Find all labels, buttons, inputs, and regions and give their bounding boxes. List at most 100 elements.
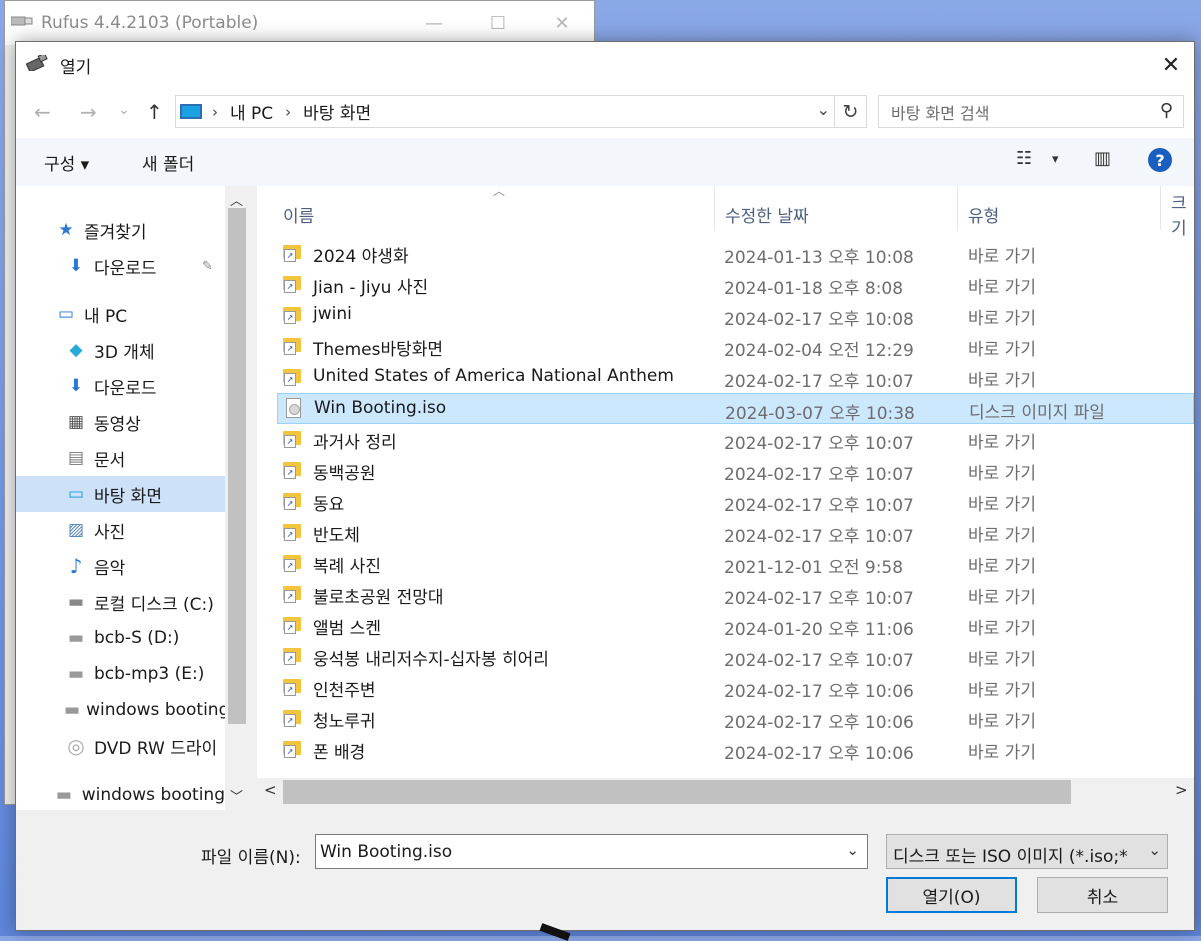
view-menu-button[interactable]: ▾ xyxy=(1052,152,1059,167)
file-row[interactable]: 반도체 2024-02-17 오후 10:07 바로 가기 xyxy=(277,517,1194,548)
horizontal-scrollbar[interactable]: < > xyxy=(257,778,1194,806)
organize-button[interactable]: 구성 ▾ xyxy=(44,150,89,175)
nav-item-documents[interactable]: ▤ 문서 xyxy=(16,440,225,476)
file-date: 2024-02-17 오후 10:06 xyxy=(724,682,914,702)
recent-locations-icon[interactable]: ⌄ xyxy=(118,102,130,118)
column-header-modified[interactable]: 수정한 날짜 xyxy=(725,194,809,234)
scrollbar-thumb[interactable] xyxy=(283,780,1071,804)
picture-icon: ▨ xyxy=(67,520,85,540)
column-header-type[interactable]: 유형 xyxy=(968,194,999,234)
disc-image-icon xyxy=(286,398,301,418)
open-file-dialog: 열기 ✕ ← → ⌄ ↑ › 내 PC › 바탕 화면 ⌄ ↻ 바탕 화면 검색… xyxy=(15,41,1195,931)
column-header-size[interactable]: 크기 xyxy=(1171,194,1194,239)
search-input[interactable]: 바탕 화면 검색 ⚲ xyxy=(878,95,1184,128)
file-row[interactable]: United States of America National Anthem… xyxy=(277,362,1194,393)
file-date: 2024-02-17 오후 10:07 xyxy=(724,651,914,671)
nav-item-this-pc[interactable]: ▭ 내 PC xyxy=(16,296,225,332)
file-row-selected[interactable]: Win Booting.iso 2024-03-07 오후 10:38 디스크 … xyxy=(277,393,1194,424)
nav-item-local-disk-c[interactable]: ▬ 로컬 디스크 (C:) xyxy=(16,584,225,620)
scroll-up-arrow-icon[interactable]: ︿ xyxy=(230,190,243,209)
column-header-name[interactable]: 이름 xyxy=(283,194,314,234)
scroll-down-arrow-icon[interactable]: ﹀ xyxy=(230,786,243,805)
dialog-close-button[interactable]: ✕ xyxy=(1148,42,1194,88)
view-details-icon[interactable]: ☷ xyxy=(1016,148,1032,169)
nav-item-windows-booting-root[interactable]: ▬ windows booting xyxy=(16,777,225,810)
nav-item-label: windows booting xyxy=(86,700,225,720)
file-type-filter[interactable]: 디스크 또는 ISO 이미지 (*.iso;* ⌄ xyxy=(886,834,1168,869)
column-divider[interactable] xyxy=(957,186,958,230)
chevron-down-icon[interactable]: ⌄ xyxy=(1146,841,1161,859)
nav-item-drive-d[interactable]: ▬ bcb-S (D:) xyxy=(16,620,225,656)
file-type: 바로 가기 xyxy=(968,464,1036,484)
drive-icon: ▬ xyxy=(55,785,72,805)
chevron-down-icon[interactable]: ⌄ xyxy=(846,841,859,859)
back-arrow-icon[interactable]: ← xyxy=(34,100,51,124)
refresh-button[interactable]: ↻ xyxy=(835,95,867,128)
nav-item-3d-objects[interactable]: ◆ 3D 개체 xyxy=(16,332,225,368)
open-button[interactable]: 열기(O) xyxy=(886,877,1017,913)
scrollbar-thumb[interactable] xyxy=(228,208,246,724)
file-date: 2024-02-17 오후 10:08 xyxy=(724,310,914,330)
nav-item-desktop[interactable]: ▭ 바탕 화면 xyxy=(16,476,225,512)
breadcrumb-item-desktop[interactable]: 바탕 화면 xyxy=(303,99,371,124)
filename-label: 파일 이름(N): xyxy=(201,848,301,868)
new-folder-button[interactable]: 새 폴더 xyxy=(142,150,194,175)
preview-pane-icon[interactable]: ▥ xyxy=(1094,148,1111,169)
file-row[interactable]: 청노루귀 2024-02-17 오후 10:06 바로 가기 xyxy=(277,703,1194,734)
file-row[interactable]: 복례 사진 2021-12-01 오전 9:58 바로 가기 xyxy=(277,548,1194,579)
file-row[interactable]: 과거사 정리 2024-02-17 오후 10:07 바로 가기 xyxy=(277,424,1194,455)
file-row[interactable]: Jian - Jiyu 사진 2024-01-18 오후 8:08 바로 가기 xyxy=(277,269,1194,300)
file-row[interactable]: 2024 야생화 2024-01-13 오후 10:08 바로 가기 xyxy=(277,238,1194,269)
minimize-button[interactable]: — xyxy=(402,1,466,45)
breadcrumb-item-pc[interactable]: 내 PC xyxy=(230,99,273,124)
nav-item-label: 문서 xyxy=(94,450,126,471)
forward-arrow-icon[interactable]: → xyxy=(80,100,97,124)
document-icon: ▤ xyxy=(67,448,85,468)
nav-item-dvd-rw[interactable]: ◎ DVD RW 드라이 xyxy=(16,728,225,764)
file-row[interactable]: 폰 배경 2024-02-17 오후 10:06 바로 가기 xyxy=(277,734,1194,765)
nav-item-downloads[interactable]: ⬇ 다운로드 xyxy=(16,368,225,404)
file-row[interactable]: jwini 2024-02-17 오후 10:08 바로 가기 xyxy=(277,300,1194,331)
usb-drive-icon xyxy=(10,13,33,33)
address-bar[interactable]: › 내 PC › 바탕 화면 ⌄ xyxy=(175,95,835,128)
nav-item-pictures[interactable]: ▨ 사진 xyxy=(16,512,225,548)
file-name: Themes바탕화면 xyxy=(313,340,444,360)
file-row[interactable]: 동요 2024-02-17 오후 10:07 바로 가기 xyxy=(277,486,1194,517)
nav-item-windows-booting[interactable]: ▬ windows booting xyxy=(16,692,225,728)
file-row[interactable]: 인천주변 2024-02-17 오후 10:06 바로 가기 xyxy=(277,672,1194,703)
column-divider[interactable] xyxy=(1160,186,1161,230)
scroll-right-arrow-icon[interactable]: > xyxy=(1175,781,1188,799)
chevron-down-icon[interactable]: ⌄ xyxy=(817,100,830,119)
file-row[interactable]: Themes바탕화면 2024-02-04 오전 12:29 바로 가기 xyxy=(277,331,1194,362)
scroll-left-arrow-icon[interactable]: < xyxy=(264,781,277,799)
nav-item-videos[interactable]: ▦ 동영상 xyxy=(16,404,225,440)
file-row[interactable]: 동백공원 2024-02-17 오후 10:07 바로 가기 xyxy=(277,455,1194,486)
cancel-button[interactable]: 취소 xyxy=(1037,877,1168,913)
filename-input[interactable]: Win Booting.iso ⌄ xyxy=(315,834,868,869)
folder-shortcut-icon xyxy=(283,555,301,572)
file-row[interactable]: 불로초공원 전망대 2024-02-17 오후 10:07 바로 가기 xyxy=(277,579,1194,610)
file-type: 디스크 이미지 파일 xyxy=(969,403,1105,423)
maximize-button[interactable]: ☐ xyxy=(466,1,530,45)
file-date: 2024-02-04 오전 12:29 xyxy=(724,341,914,361)
nav-item-downloads-pinned[interactable]: ⬇ 다운로드 ✎ xyxy=(16,248,225,284)
folder-shortcut-icon xyxy=(283,679,301,696)
nav-item-favorites[interactable]: ★ 즐겨찾기 xyxy=(16,212,225,248)
nav-item-music[interactable]: ♪ 음악 xyxy=(16,548,225,584)
nav-item-label: windows booting xyxy=(81,785,225,805)
file-date: 2024-02-17 오후 10:06 xyxy=(724,713,914,733)
help-icon[interactable]: ? xyxy=(1148,148,1172,172)
up-arrow-icon[interactable]: ↑ xyxy=(146,100,163,124)
folder-shortcut-icon xyxy=(283,338,301,355)
close-button[interactable]: ✕ xyxy=(530,1,594,45)
file-row[interactable]: 웅석봉 내리저수지-십자봉 히어리 2024-02-17 오후 10:07 바로… xyxy=(277,641,1194,672)
usb-drive-icon xyxy=(25,52,50,76)
file-date: 2024-01-13 오후 10:08 xyxy=(724,248,914,268)
file-row[interactable]: 앨범 스켄 2024-01-20 오후 11:06 바로 가기 xyxy=(277,610,1194,641)
desktop-icon: ▭ xyxy=(67,484,85,504)
dialog-title: 열기 xyxy=(60,57,92,78)
folder-shortcut-icon xyxy=(283,648,301,665)
navigation-scrollbar[interactable]: ︿ ﹀ xyxy=(225,186,249,810)
nav-item-drive-e[interactable]: ▬ bcb-mp3 (E:) xyxy=(16,656,225,692)
column-divider[interactable] xyxy=(714,186,715,230)
